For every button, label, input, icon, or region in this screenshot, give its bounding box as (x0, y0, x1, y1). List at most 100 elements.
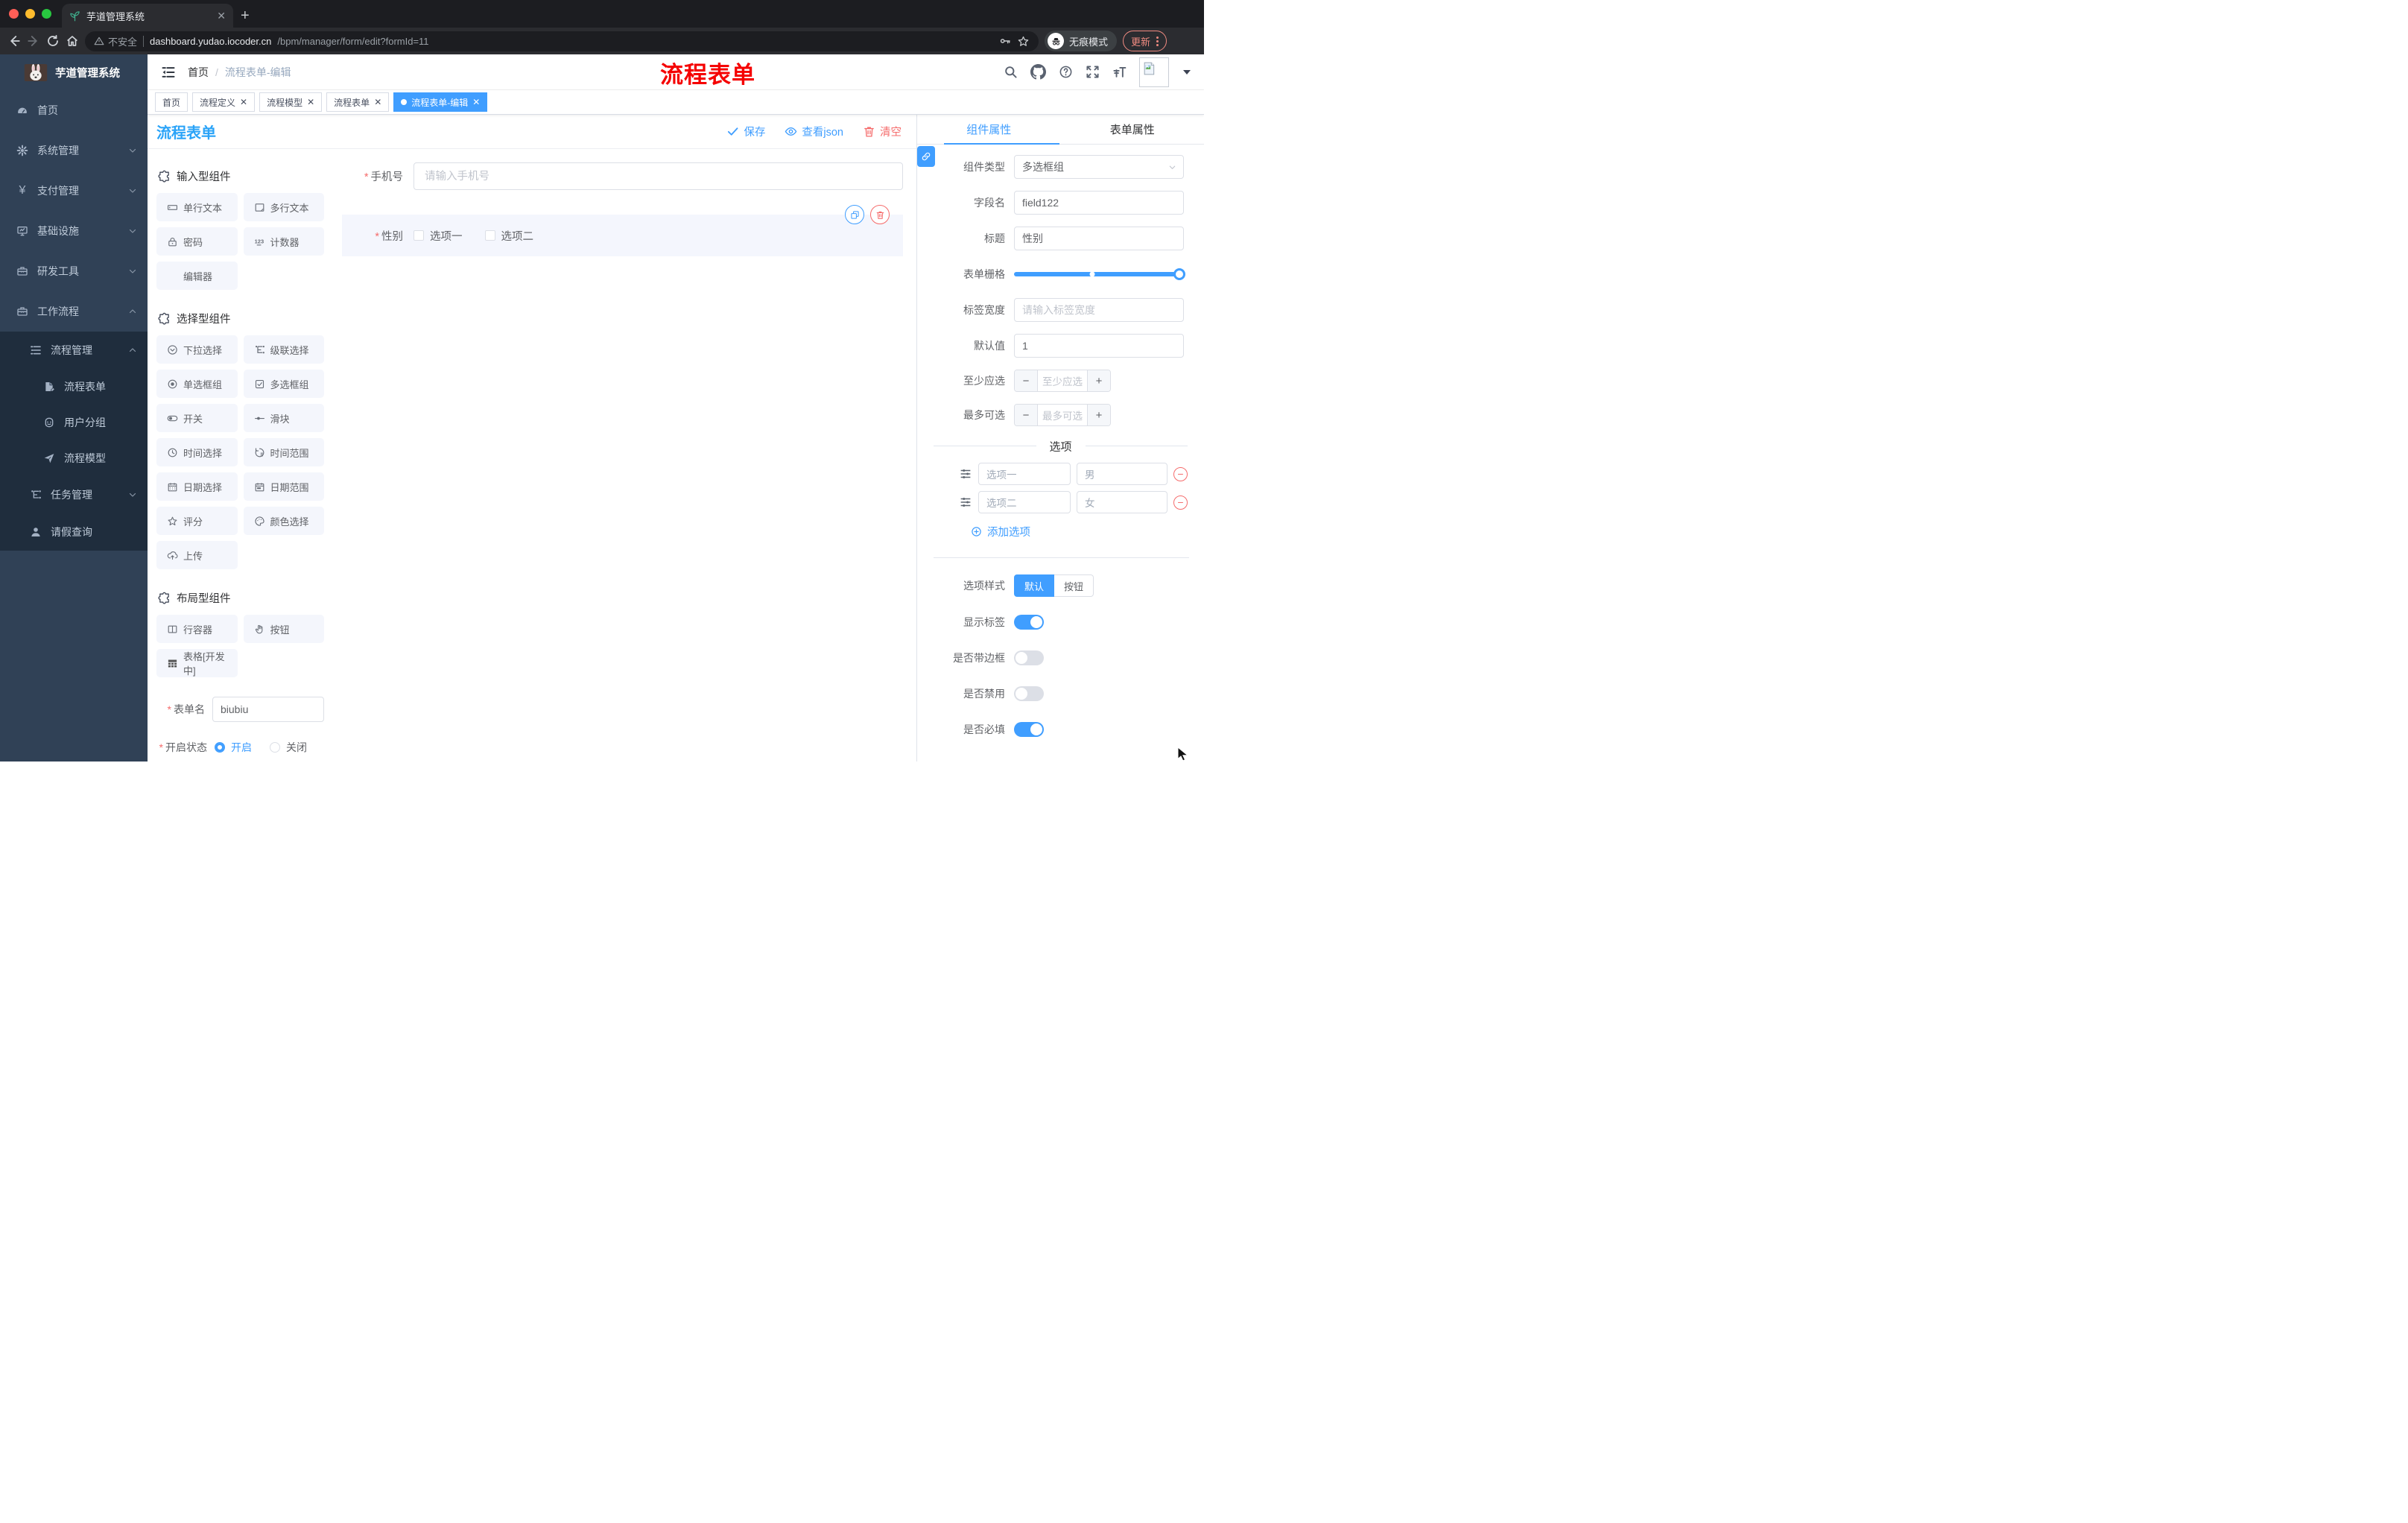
component-chip-editor[interactable]: 编辑器 (156, 262, 238, 290)
component-chip-checkbox-group[interactable]: 多选框组 (243, 370, 324, 398)
browser-update-button[interactable]: 更新 (1123, 31, 1167, 51)
component-type-select[interactable] (1014, 155, 1184, 179)
tag-close-icon[interactable]: ✕ (240, 97, 247, 107)
sidebar-item-process-model[interactable]: 流程模型 (0, 440, 148, 476)
border-toggle[interactable] (1014, 650, 1044, 665)
canvas-field-gender-selected[interactable]: 性别 选项一 选项二 (342, 205, 903, 256)
component-chip-rate[interactable]: 评分 (156, 507, 238, 535)
field-name-input[interactable] (1014, 191, 1184, 215)
search-icon[interactable] (1004, 65, 1018, 79)
avatar-caret-icon[interactable] (1183, 69, 1191, 75)
sidebar-item-infra[interactable]: 基础设施 (0, 211, 148, 251)
component-chip-time-range[interactable]: 时间范围 (243, 438, 324, 466)
zoom-window-button[interactable] (42, 9, 51, 19)
plus-button[interactable]: + (1087, 370, 1110, 391)
option2-label-input[interactable] (978, 491, 1071, 513)
sidebar-item-process-mgmt[interactable]: 流程管理 (0, 332, 148, 369)
browser-menu-icon[interactable] (1156, 36, 1159, 46)
component-chip-date-picker[interactable]: 日期选择 (156, 472, 238, 501)
component-chip-single-text[interactable]: 单行文本 (156, 193, 238, 221)
show-label-toggle[interactable] (1014, 615, 1044, 630)
home-icon[interactable] (66, 34, 79, 48)
bookmark-star-icon[interactable] (1017, 35, 1030, 48)
component-chip-row-container[interactable]: 行容器 (156, 615, 238, 643)
sidebar-item-process-form[interactable]: 流程表单 (0, 369, 148, 405)
gender-option2-checkbox[interactable]: 选项二 (484, 228, 533, 244)
tag-close-icon[interactable]: ✕ (374, 97, 381, 107)
component-chip-upload[interactable]: 上传 (156, 541, 238, 569)
breadcrumb-home[interactable]: 首页 (188, 65, 209, 80)
tab-component-props[interactable]: 组件属性 (917, 115, 1061, 144)
clear-button[interactable]: 清空 (863, 124, 902, 139)
drag-handle-icon[interactable] (959, 467, 972, 481)
font-size-icon[interactable] (1112, 65, 1127, 79)
sidebar-item-system[interactable]: 系统管理 (0, 130, 148, 171)
sidebar-logo[interactable]: 芋道管理系统 (0, 54, 148, 90)
component-chip-date-range[interactable]: 日期范围 (243, 472, 324, 501)
component-chip-switch[interactable]: 开关 (156, 404, 238, 432)
security-warning[interactable]: 不安全 (94, 34, 137, 48)
disabled-toggle[interactable] (1014, 686, 1044, 701)
form-name-input[interactable] (212, 697, 324, 722)
plus-button[interactable]: + (1087, 405, 1110, 425)
view-json-button[interactable]: 查看json (785, 124, 843, 139)
sidebar-collapse-icon[interactable] (161, 65, 176, 80)
style-default-button[interactable]: 默认 (1014, 574, 1055, 597)
forward-icon[interactable] (27, 34, 40, 48)
avatar[interactable] (1139, 57, 1169, 87)
option1-value-input[interactable] (1077, 463, 1167, 485)
component-chip-radio-group[interactable]: 单选框组 (156, 370, 238, 398)
max-select-value[interactable]: 最多可选 (1038, 405, 1087, 425)
save-button[interactable]: 保存 (726, 124, 765, 139)
tab-close-icon[interactable]: ✕ (217, 10, 226, 22)
sidebar-item-user-group[interactable]: 用户分组 (0, 405, 148, 440)
tag-process-form[interactable]: 流程表单 ✕ (326, 92, 390, 112)
min-select-value[interactable]: 至少应选 (1038, 370, 1087, 391)
canvas-field-phone[interactable]: 手机号 (342, 162, 903, 190)
sidebar-item-task-mgmt[interactable]: 任务管理 (0, 476, 148, 513)
minimize-window-button[interactable] (25, 9, 35, 19)
status-on-radio[interactable]: 开启 (215, 740, 252, 755)
slider-track[interactable] (1014, 268, 1185, 280)
minus-button[interactable]: − (1015, 405, 1038, 425)
component-chip-slider[interactable]: 滑块 (243, 404, 324, 432)
default-value-input[interactable] (1014, 334, 1184, 358)
tag-close-icon[interactable]: ✕ (307, 97, 314, 107)
sidebar-item-devtools[interactable]: 研发工具 (0, 251, 148, 291)
option1-label-input[interactable] (978, 463, 1071, 485)
remove-option-button[interactable]: − (1173, 466, 1188, 481)
new-tab-button[interactable]: + (241, 8, 250, 23)
sidebar-item-home[interactable]: 首页 (0, 90, 148, 130)
status-off-radio[interactable]: 关闭 (270, 740, 307, 755)
option2-value-input[interactable] (1077, 491, 1167, 513)
component-chip-multi-text[interactable]: 多行文本 (243, 193, 324, 221)
close-window-button[interactable] (9, 9, 19, 19)
form-canvas[interactable]: 手机号 性别 选项一 选项二 (332, 149, 916, 762)
delete-component-button[interactable] (870, 205, 890, 224)
tag-process-form-edit[interactable]: 流程表单-编辑 ✕ (393, 92, 488, 112)
sidebar-item-leave-query[interactable]: 请假查询 (0, 513, 148, 551)
github-icon[interactable] (1030, 64, 1046, 80)
component-chip-password[interactable]: 密码 (156, 227, 238, 256)
component-chip-color-picker[interactable]: 颜色选择 (243, 507, 324, 535)
phone-input[interactable] (414, 162, 903, 190)
tag-process-model[interactable]: 流程模型 ✕ (259, 92, 323, 112)
help-icon[interactable] (1059, 65, 1073, 79)
sidebar-item-workflow[interactable]: 工作流程 (0, 291, 148, 332)
tag-close-icon[interactable]: ✕ (472, 97, 480, 107)
component-chip-time-picker[interactable]: 时间选择 (156, 438, 238, 466)
back-icon[interactable] (7, 34, 21, 48)
tag-home[interactable]: 首页 (155, 92, 188, 112)
tag-process-definition[interactable]: 流程定义 ✕ (192, 92, 256, 112)
tab-form-props[interactable]: 表单属性 (1061, 115, 1205, 144)
form-grid-slider[interactable] (1014, 262, 1185, 286)
component-chip-button[interactable]: 按钮 (243, 615, 324, 643)
reload-icon[interactable] (46, 34, 60, 48)
gender-option1-checkbox[interactable]: 选项一 (414, 228, 463, 244)
add-option-button[interactable]: 添加选项 (917, 524, 1204, 539)
style-button-button[interactable]: 按钮 (1054, 574, 1094, 597)
browser-tab[interactable]: 芋道管理系统 ✕ (62, 4, 233, 28)
component-chip-counter[interactable]: 计数器 (243, 227, 324, 256)
drag-handle-icon[interactable] (959, 495, 972, 509)
required-toggle[interactable] (1014, 722, 1044, 737)
